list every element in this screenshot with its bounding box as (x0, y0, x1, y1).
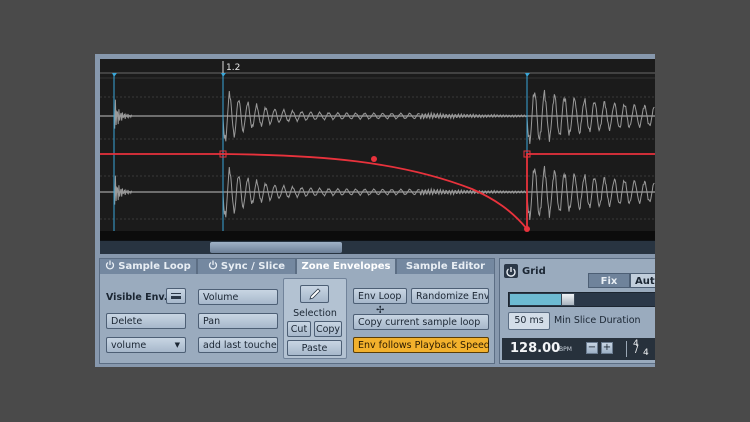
volume-button[interactable]: Volume (198, 289, 278, 305)
paste-button[interactable]: Paste (287, 340, 342, 356)
env-loop-button[interactable]: Env Loop (353, 288, 407, 304)
zone-envelopes-panel: Sample Loop Sync / Slice Zone Envelopes … (99, 258, 495, 364)
cut-button[interactable]: Cut (287, 321, 311, 337)
grid-auto-tab[interactable]: Aut (630, 273, 655, 288)
time-signature-bottom[interactable]: 4 (643, 348, 649, 358)
envelope-view-icon (171, 293, 181, 299)
env-follows-playback-toggle[interactable]: Env follows Playback Speed (353, 337, 490, 353)
randomize-env-button[interactable]: Randomize Env (411, 288, 489, 304)
min-slice-value-field[interactable]: 50 ms (508, 312, 550, 330)
pencil-icon (309, 288, 321, 300)
delete-button[interactable]: Delete (106, 313, 186, 329)
min-slice-label: Min Slice Duration (554, 315, 641, 326)
horizontal-scrollbar[interactable] (100, 240, 655, 254)
visible-env-label: Visible Env. (106, 292, 168, 303)
copy-button[interactable]: Copy (314, 321, 342, 337)
selection-label: Selection (293, 308, 337, 319)
envelope-type-dropdown[interactable]: volume ▼ (106, 337, 186, 353)
slice-editor-frame: 1.2 Sample Loop Sync / Slice Zone Envelo… (95, 54, 655, 367)
dropdown-arrow-icon: ▼ (174, 341, 180, 349)
power-icon[interactable] (105, 260, 115, 270)
slider-fill (510, 294, 566, 305)
tab-sample-editor[interactable]: Sample Editor (396, 258, 495, 274)
bpm-value[interactable]: 128.00 (510, 341, 560, 356)
slider-knob[interactable] (561, 293, 575, 306)
min-slice-slider[interactable] (508, 292, 655, 307)
envelope-point-2 (524, 226, 530, 232)
marker-label: 1.2 (226, 63, 240, 73)
pan-button[interactable]: Pan (198, 313, 278, 329)
scrollbar-thumb[interactable] (210, 242, 342, 253)
tab-sync-slice[interactable]: Sync / Slice (197, 258, 296, 274)
visible-env-toggle[interactable] (166, 288, 186, 304)
tab-zone-envelopes[interactable]: Zone Envelopes (296, 258, 396, 274)
bpm-display: 128.00 BPM − + 4 / 4 (502, 338, 655, 360)
selection-group: Selection Cut Copy Paste (283, 278, 347, 359)
pencil-tool-button[interactable] (300, 285, 329, 303)
bpm-increase-button[interactable]: + (601, 342, 613, 354)
grid-title: Grid (522, 266, 546, 277)
waveform-display[interactable]: 1.2 (100, 59, 655, 244)
grid-panel: Grid Fix Aut 50 ms Min Slice Duration 12… (499, 258, 655, 364)
grid-fix-tab[interactable]: Fix (588, 273, 630, 288)
power-icon (506, 267, 516, 277)
tab-sample-loop[interactable]: Sample Loop (99, 258, 197, 274)
copy-sample-loop-button[interactable]: Copy current sample loop (353, 314, 489, 330)
bpm-decrease-button[interactable]: − (586, 342, 598, 354)
waveform-svg[interactable]: 1.2 (100, 59, 655, 244)
grid-power-button[interactable] (504, 264, 518, 278)
envelope-point-1 (371, 156, 377, 162)
bpm-unit: BPM (559, 346, 572, 353)
add-last-touched-button[interactable]: add last touched (198, 337, 278, 353)
power-icon[interactable] (208, 260, 218, 270)
